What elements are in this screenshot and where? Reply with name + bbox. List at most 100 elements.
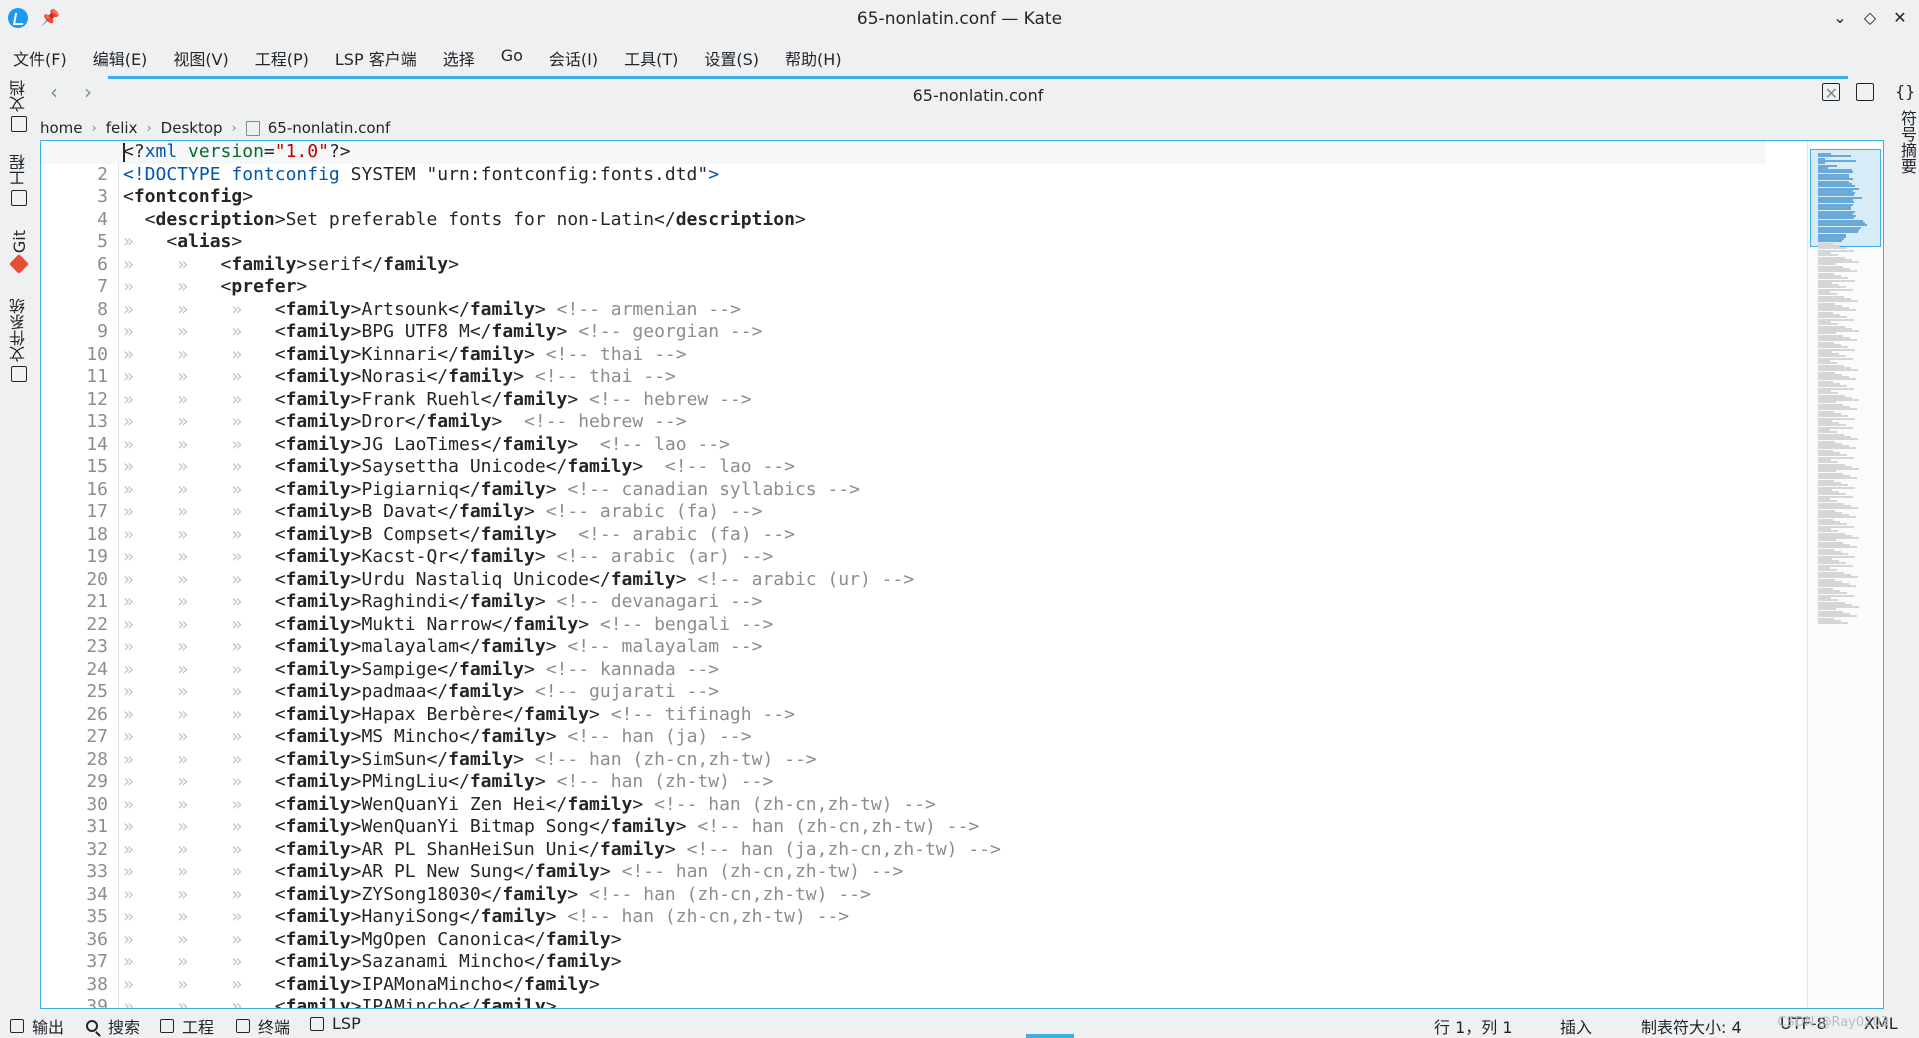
- code-line[interactable]: » » » <family>WenQuanYi Bitmap Song</fam…: [123, 816, 979, 839]
- code-line[interactable]: » » » <family>PMingLiu</family> <!-- han…: [123, 771, 773, 794]
- line-number[interactable]: 39: [86, 996, 108, 1008]
- code-line[interactable]: » » » <family>B Davat</family> <!-- arab…: [123, 501, 762, 524]
- code-line[interactable]: » » <family>serif</family>: [123, 254, 459, 277]
- code-line[interactable]: » » » <family>Raghindi</family> <!-- dev…: [123, 591, 762, 614]
- code-line[interactable]: » » » <family>IPAMonaMincho</family>: [123, 974, 600, 997]
- terminal-button[interactable]: 终端: [236, 1014, 290, 1038]
- menu-item-5[interactable]: 选择: [430, 40, 488, 72]
- sidebar-tab-filesystem[interactable]: 文件系统: [6, 298, 32, 382]
- line-number[interactable]: 12: [86, 389, 108, 412]
- sidebar-tab-git[interactable]: Git: [6, 230, 32, 275]
- forward-arrow-icon[interactable]: ›: [76, 80, 100, 104]
- cursor-position[interactable]: 行 1，列 1: [1434, 1014, 1513, 1038]
- line-number[interactable]: 7: [97, 276, 108, 299]
- line-number[interactable]: 17: [86, 501, 108, 524]
- code-line[interactable]: » » » <family>Kacst-Qr</family> <!-- ara…: [123, 546, 773, 569]
- code-line[interactable]: » » » <family>BPG UTF8 M</family> <!-- g…: [123, 321, 762, 344]
- line-number[interactable]: 37: [86, 951, 108, 974]
- search-button[interactable]: 搜索: [86, 1014, 140, 1038]
- line-number[interactable]: 20: [86, 569, 108, 592]
- line-number[interactable]: 23: [86, 636, 108, 659]
- menu-item-2[interactable]: 视图(V): [160, 40, 241, 72]
- project-button[interactable]: 工程: [160, 1014, 214, 1038]
- line-number[interactable]: 27: [86, 726, 108, 749]
- code-line[interactable]: » <alias>: [123, 231, 242, 254]
- code-line[interactable]: <fontconfig>: [123, 186, 253, 209]
- line-number[interactable]: 2: [97, 164, 108, 187]
- code-line[interactable]: » » » <family>HanyiSong</family> <!-- ha…: [123, 906, 849, 929]
- line-number[interactable]: 33: [86, 861, 108, 884]
- tab-size[interactable]: 制表符大小: 4: [1641, 1014, 1742, 1038]
- line-number[interactable]: 15: [86, 456, 108, 479]
- line-number[interactable]: 6: [97, 254, 108, 277]
- code-line[interactable]: » » » <family>MgOpen Canonica</family>: [123, 929, 622, 952]
- code-line[interactable]: » » » <family>AR PL New Sung</family> <!…: [123, 861, 903, 884]
- code-line[interactable]: » » » <family>Artsounk</family> <!-- arm…: [123, 299, 741, 322]
- code-line[interactable]: » » » <family>Norasi</family> <!-- thai …: [123, 366, 676, 389]
- menu-item-7[interactable]: 会话(I): [536, 40, 611, 72]
- back-arrow-icon[interactable]: ‹: [42, 80, 66, 104]
- line-number[interactable]: 9: [97, 321, 108, 344]
- menu-item-0[interactable]: 文件(F): [0, 40, 80, 72]
- line-number[interactable]: 31: [86, 816, 108, 839]
- sidebar-tab-documents[interactable]: 文档: [6, 80, 32, 132]
- code-line[interactable]: » » » <family>Hapax Berbère</family> <!-…: [123, 704, 795, 727]
- code-line[interactable]: <!DOCTYPE fontconfig SYSTEM "urn:fontcon…: [123, 164, 719, 187]
- code-line[interactable]: <description>Set preferable fonts for no…: [123, 209, 806, 232]
- symbol-outline-tab[interactable]: 符号摘要: [1895, 110, 1919, 174]
- sidebar-tab-project[interactable]: 工程: [6, 154, 32, 206]
- code-line[interactable]: » » » <family>Urdu Nastaliq Unicode</fam…: [123, 569, 914, 592]
- code-editor[interactable]: 1234567891011121314151617181920212223242…: [40, 140, 1884, 1009]
- menu-item-6[interactable]: Go: [488, 40, 536, 72]
- line-number[interactable]: 36: [86, 929, 108, 952]
- line-number[interactable]: 3: [97, 186, 108, 209]
- code-line[interactable]: » » » <family>SimSun</family> <!-- han (…: [123, 749, 817, 772]
- line-number[interactable]: 24: [86, 659, 108, 682]
- menu-item-4[interactable]: LSP 客户端: [322, 40, 430, 72]
- line-number[interactable]: 19: [86, 546, 108, 569]
- breadcrumb-desktop[interactable]: Desktop: [161, 119, 223, 137]
- line-number[interactable]: 11: [86, 366, 108, 389]
- line-number[interactable]: 10: [86, 344, 108, 367]
- braces-icon[interactable]: {}: [1895, 82, 1915, 101]
- new-file-icon[interactable]: [1822, 83, 1840, 101]
- menu-item-1[interactable]: 编辑(E): [80, 40, 161, 72]
- input-mode[interactable]: 插入: [1560, 1014, 1592, 1038]
- code-line[interactable]: » » » <family>Frank Ruehl</family> <!-- …: [123, 389, 752, 412]
- line-number[interactable]: 21: [86, 591, 108, 614]
- line-number[interactable]: 13: [86, 411, 108, 434]
- close-icon[interactable]: ✕: [1890, 8, 1910, 28]
- line-number[interactable]: 8: [97, 299, 108, 322]
- code-line[interactable]: » » » <family>IPAMincho</family>: [123, 996, 557, 1008]
- tab-65-nonlatin-conf[interactable]: 65-nonlatin.conf ✕: [108, 76, 1848, 112]
- breadcrumb-felix[interactable]: felix: [106, 119, 138, 137]
- line-number-gutter[interactable]: 1234567891011121314151617181920212223242…: [41, 141, 119, 1008]
- menu-item-9[interactable]: 设置(S): [691, 40, 772, 72]
- maximize-diamond-icon[interactable]: ◇: [1860, 8, 1880, 28]
- code-line[interactable]: » » » <family>B Compset</family> <!-- ar…: [123, 524, 795, 547]
- split-view-icon[interactable]: [1856, 83, 1874, 101]
- line-number[interactable]: 18: [86, 524, 108, 547]
- line-number[interactable]: 32: [86, 839, 108, 862]
- line-number[interactable]: 29: [86, 771, 108, 794]
- code-line[interactable]: » » » <family>Sazanami Mincho</family>: [123, 951, 622, 974]
- code-line[interactable]: » » » <family>MS Mincho</family> <!-- ha…: [123, 726, 752, 749]
- code-line[interactable]: » » » <family>padmaa</family> <!-- gujar…: [123, 681, 719, 704]
- code-area[interactable]: <?xml version="1.0"?> <!DOCTYPE fontconfi…: [123, 141, 1763, 1008]
- code-line[interactable]: » » » <family>Saysettha Unicode</family>…: [123, 456, 795, 479]
- code-line[interactable]: » » » <family>Kinnari</family> <!-- thai…: [123, 344, 687, 367]
- code-line[interactable]: » » » <family>Mukti Narrow</family> <!--…: [123, 614, 773, 637]
- line-number[interactable]: 22: [86, 614, 108, 637]
- code-line[interactable]: » » » <family>ZYSong18030</family> <!-- …: [123, 884, 871, 907]
- code-line[interactable]: » » » <family>AR PL ShanHeiSun Uni</fami…: [123, 839, 1001, 862]
- breadcrumb-home[interactable]: home: [40, 119, 83, 137]
- code-line[interactable]: » » <prefer>: [123, 276, 307, 299]
- line-number[interactable]: 4: [97, 209, 108, 232]
- menu-item-10[interactable]: 帮助(H): [772, 40, 855, 72]
- line-number[interactable]: 34: [86, 884, 108, 907]
- line-number[interactable]: 16: [86, 479, 108, 502]
- lsp-button[interactable]: LSP: [310, 1014, 361, 1033]
- code-line[interactable]: » » » <family>Sampige</family> <!-- kann…: [123, 659, 719, 682]
- line-number[interactable]: 5: [97, 231, 108, 254]
- line-number[interactable]: 14: [86, 434, 108, 457]
